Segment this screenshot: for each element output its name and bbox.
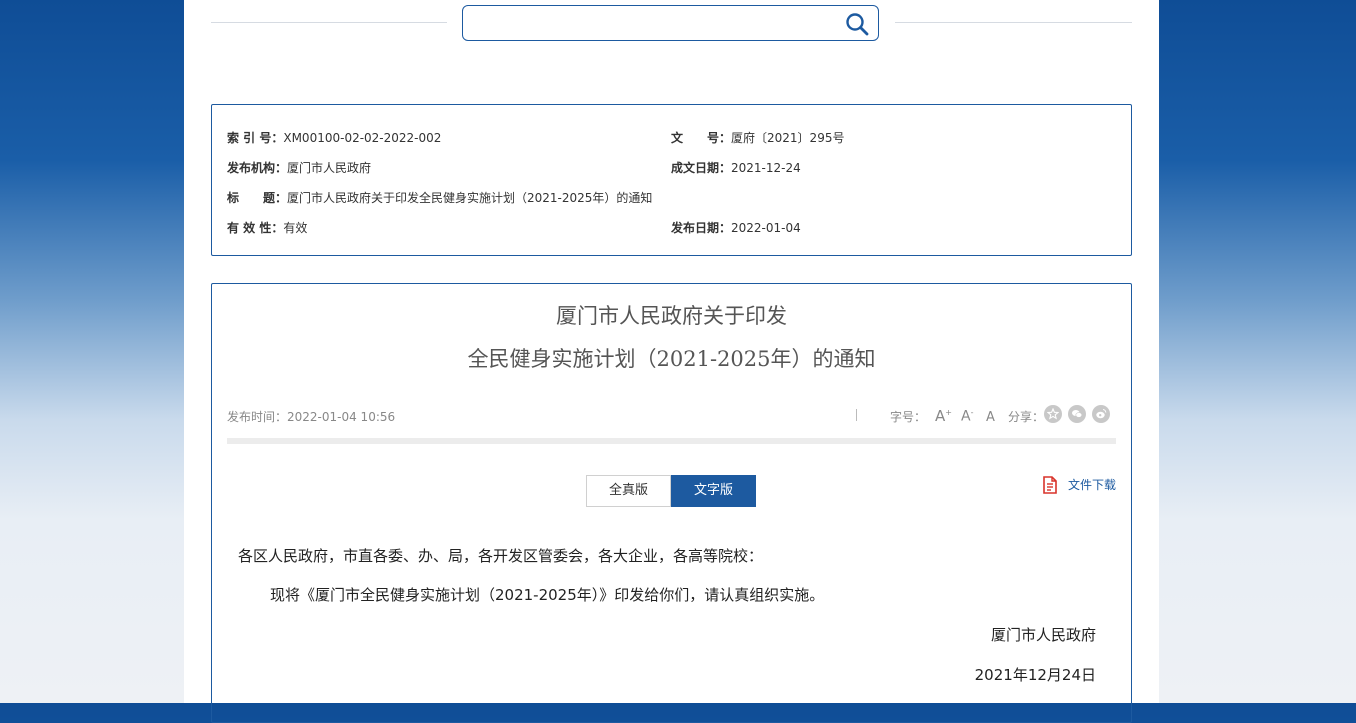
search-input[interactable]: [473, 12, 837, 36]
article-box: 厦门市人民政府关于印发 全民健身实施计划（2021-2025年）的通知 发布时间…: [211, 283, 1132, 723]
meta-validity-value: 有效: [283, 221, 308, 235]
search-icon: [846, 13, 869, 36]
document-download-icon[interactable]: [1042, 476, 1058, 494]
document-meta-box: 索 引 号：XM00100-02-02-2022-002 文 号：厦府〔2021…: [211, 104, 1132, 256]
body-paragraph: 现将《厦门市全民健身实施计划（2021-2025年）》印发给你们，请认真组织实施…: [270, 586, 825, 604]
meta-docno: 文 号：厦府〔2021〕295号: [671, 129, 844, 146]
share-wechat-icon[interactable]: [1068, 405, 1086, 423]
meta-org-value: 厦门市人民政府: [287, 161, 372, 175]
meta-docno-key: 文 号：: [671, 131, 732, 145]
tab-full-version[interactable]: 全真版: [586, 475, 671, 507]
meta-docno-value: 厦府〔2021〕295号: [731, 131, 845, 145]
meta-index-key: 索 引 号：: [227, 131, 284, 145]
meta-pubdate: 发布日期：2022-01-04: [671, 219, 801, 236]
publish-time: 发布时间：2022-01-04 10:56: [227, 410, 396, 424]
article-title-line1: 厦门市人民政府关于印发: [556, 304, 787, 328]
meta-pubdate-value: 2022-01-04: [731, 221, 801, 235]
signature-date: 2021年12月24日: [974, 666, 1096, 684]
meta-title: 标 题：厦门市人民政府关于印发全民健身实施计划（2021-2025年）的通知: [227, 189, 652, 206]
meta-index-value: XM00100-02-02-2022-002: [283, 131, 442, 145]
font-small-icon[interactable]: A: [986, 410, 995, 425]
meta-written-date: 成文日期：2021-12-24: [671, 159, 801, 176]
share-label: 分享：: [1008, 410, 1045, 424]
download-link[interactable]: 文件下载: [1068, 476, 1116, 493]
font-medium-icon[interactable]: A-: [961, 408, 973, 425]
meta-org-key: 发布机构：: [227, 161, 288, 175]
page-container: 索 引 号：XM00100-02-02-2022-002 文 号：厦府〔2021…: [184, 0, 1159, 723]
signature: 厦门市人民政府: [990, 626, 1096, 644]
tab-text-version[interactable]: 文字版: [671, 475, 756, 507]
toolbar-underline: [227, 438, 1116, 444]
meta-validity: 有 效 性：有效: [227, 219, 307, 236]
font-large-icon[interactable]: A+: [935, 407, 952, 425]
article-title-line2: 全民健身实施计划（2021-2025年）的通知: [467, 347, 876, 371]
search-box: [462, 5, 879, 41]
meta-title-value: 厦门市人民政府关于印发全民健身实施计划（2021-2025年）的通知: [287, 191, 653, 205]
share-favorite-icon[interactable]: [1044, 405, 1062, 423]
share-weibo-icon[interactable]: [1092, 405, 1110, 423]
meta-org: 发布机构：厦门市人民政府: [227, 159, 371, 176]
font-size-label: 字号：: [890, 410, 927, 424]
meta-pubdate-key: 发布日期：: [671, 221, 732, 235]
header-divider-right: [895, 22, 1132, 23]
meta-title-key: 标 题：: [227, 191, 288, 205]
meta-written-value: 2021-12-24: [731, 161, 801, 175]
meta-validity-key: 有 效 性：: [227, 221, 284, 235]
meta-written-key: 成文日期：: [671, 161, 732, 175]
salutation: 各区人民政府，市直各委、办、局，各开发区管委会，各大企业，各高等院校：: [238, 547, 764, 565]
search-button[interactable]: [844, 11, 870, 37]
header-divider-left: [211, 22, 447, 23]
meta-index: 索 引 号：XM00100-02-02-2022-002: [227, 129, 441, 146]
toolbar-divider: [856, 409, 857, 421]
